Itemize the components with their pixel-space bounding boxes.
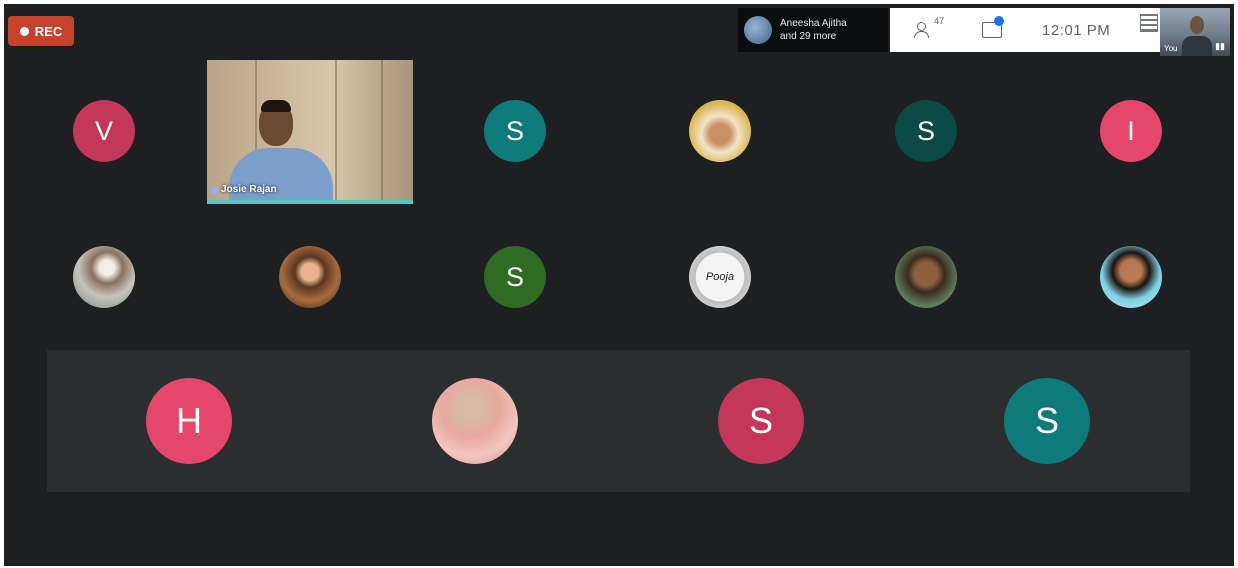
avatar-initial: S <box>505 261 524 292</box>
participant-avatar[interactable]: S <box>484 100 546 162</box>
avatar-initial: S <box>1034 400 1059 441</box>
presenting-line2: and 29 more <box>780 31 837 42</box>
avatar-initial: V <box>94 115 113 146</box>
wall-panel-line <box>381 60 383 204</box>
speaking-indicator-icon <box>211 187 218 194</box>
participant-photo[interactable] <box>73 246 135 308</box>
avatar-initial: S <box>916 115 935 146</box>
featured-name: Josie Rajan <box>221 184 277 195</box>
people-count: 47 <box>934 16 945 26</box>
avatar-initial: S <box>748 400 773 441</box>
clock: 12:01 PM <box>1042 22 1111 39</box>
record-dot-icon <box>19 26 29 36</box>
doodle-text: Pooja <box>705 271 735 283</box>
presenting-banner[interactable]: Aneesha Ajitha and 29 more <box>738 8 888 52</box>
avatar-initial: I <box>1127 115 1135 146</box>
participant-avatar[interactable]: S <box>895 100 957 162</box>
avatar-initial: H <box>176 400 202 441</box>
recording-indicator: REC <box>8 16 74 46</box>
person-head-shape <box>917 22 926 31</box>
participant-photo[interactable] <box>279 246 341 308</box>
self-view-tile[interactable]: You ▮▮ <box>1160 8 1230 56</box>
self-body <box>1182 36 1212 56</box>
person-body-shape <box>914 31 929 38</box>
self-face <box>1190 16 1204 34</box>
participant-avatar[interactable]: I <box>1100 100 1162 162</box>
top-bar: REC Aneesha Ajitha and 29 more 47 12:01 … <box>4 4 1234 60</box>
meeting-toolbar: 47 12:01 PM <box>890 8 1162 52</box>
participant-photo[interactable] <box>432 378 518 464</box>
recording-label: REC <box>34 23 63 39</box>
participant-photo[interactable] <box>895 246 957 308</box>
meeting-window: REC Aneesha Ajitha and 29 more 47 12:01 … <box>4 4 1234 566</box>
participant-photo[interactable] <box>1100 246 1162 308</box>
presenting-line1: Aneesha Ajitha <box>780 18 847 29</box>
layout-grid-icon[interactable] <box>1140 14 1158 32</box>
avatar-initial: S <box>505 115 524 146</box>
participant-photo[interactable] <box>689 100 751 162</box>
self-view-label: You <box>1164 44 1178 53</box>
participant-avatar[interactable]: S <box>484 246 546 308</box>
speaker-body <box>229 148 333 204</box>
people-icon[interactable] <box>914 20 936 40</box>
participant-avatar[interactable]: H <box>146 378 232 464</box>
presenting-text: Aneesha Ajitha and 29 more <box>780 17 847 43</box>
wall-panel-line <box>335 60 337 204</box>
mic-icon: ▮▮ <box>1215 41 1225 51</box>
featured-video-tile[interactable]: Josie Rajan <box>207 60 413 204</box>
participant-avatar[interactable]: V <box>73 100 135 162</box>
active-speaker-border <box>207 200 413 204</box>
presenter-avatar <box>744 16 772 44</box>
participant-avatar[interactable]: S <box>1004 378 1090 464</box>
chat-notification-badge <box>994 16 1004 26</box>
speaker-hair <box>261 100 291 112</box>
participant-avatar[interactable]: S <box>718 378 804 464</box>
participant-photo[interactable]: Pooja <box>689 246 751 308</box>
